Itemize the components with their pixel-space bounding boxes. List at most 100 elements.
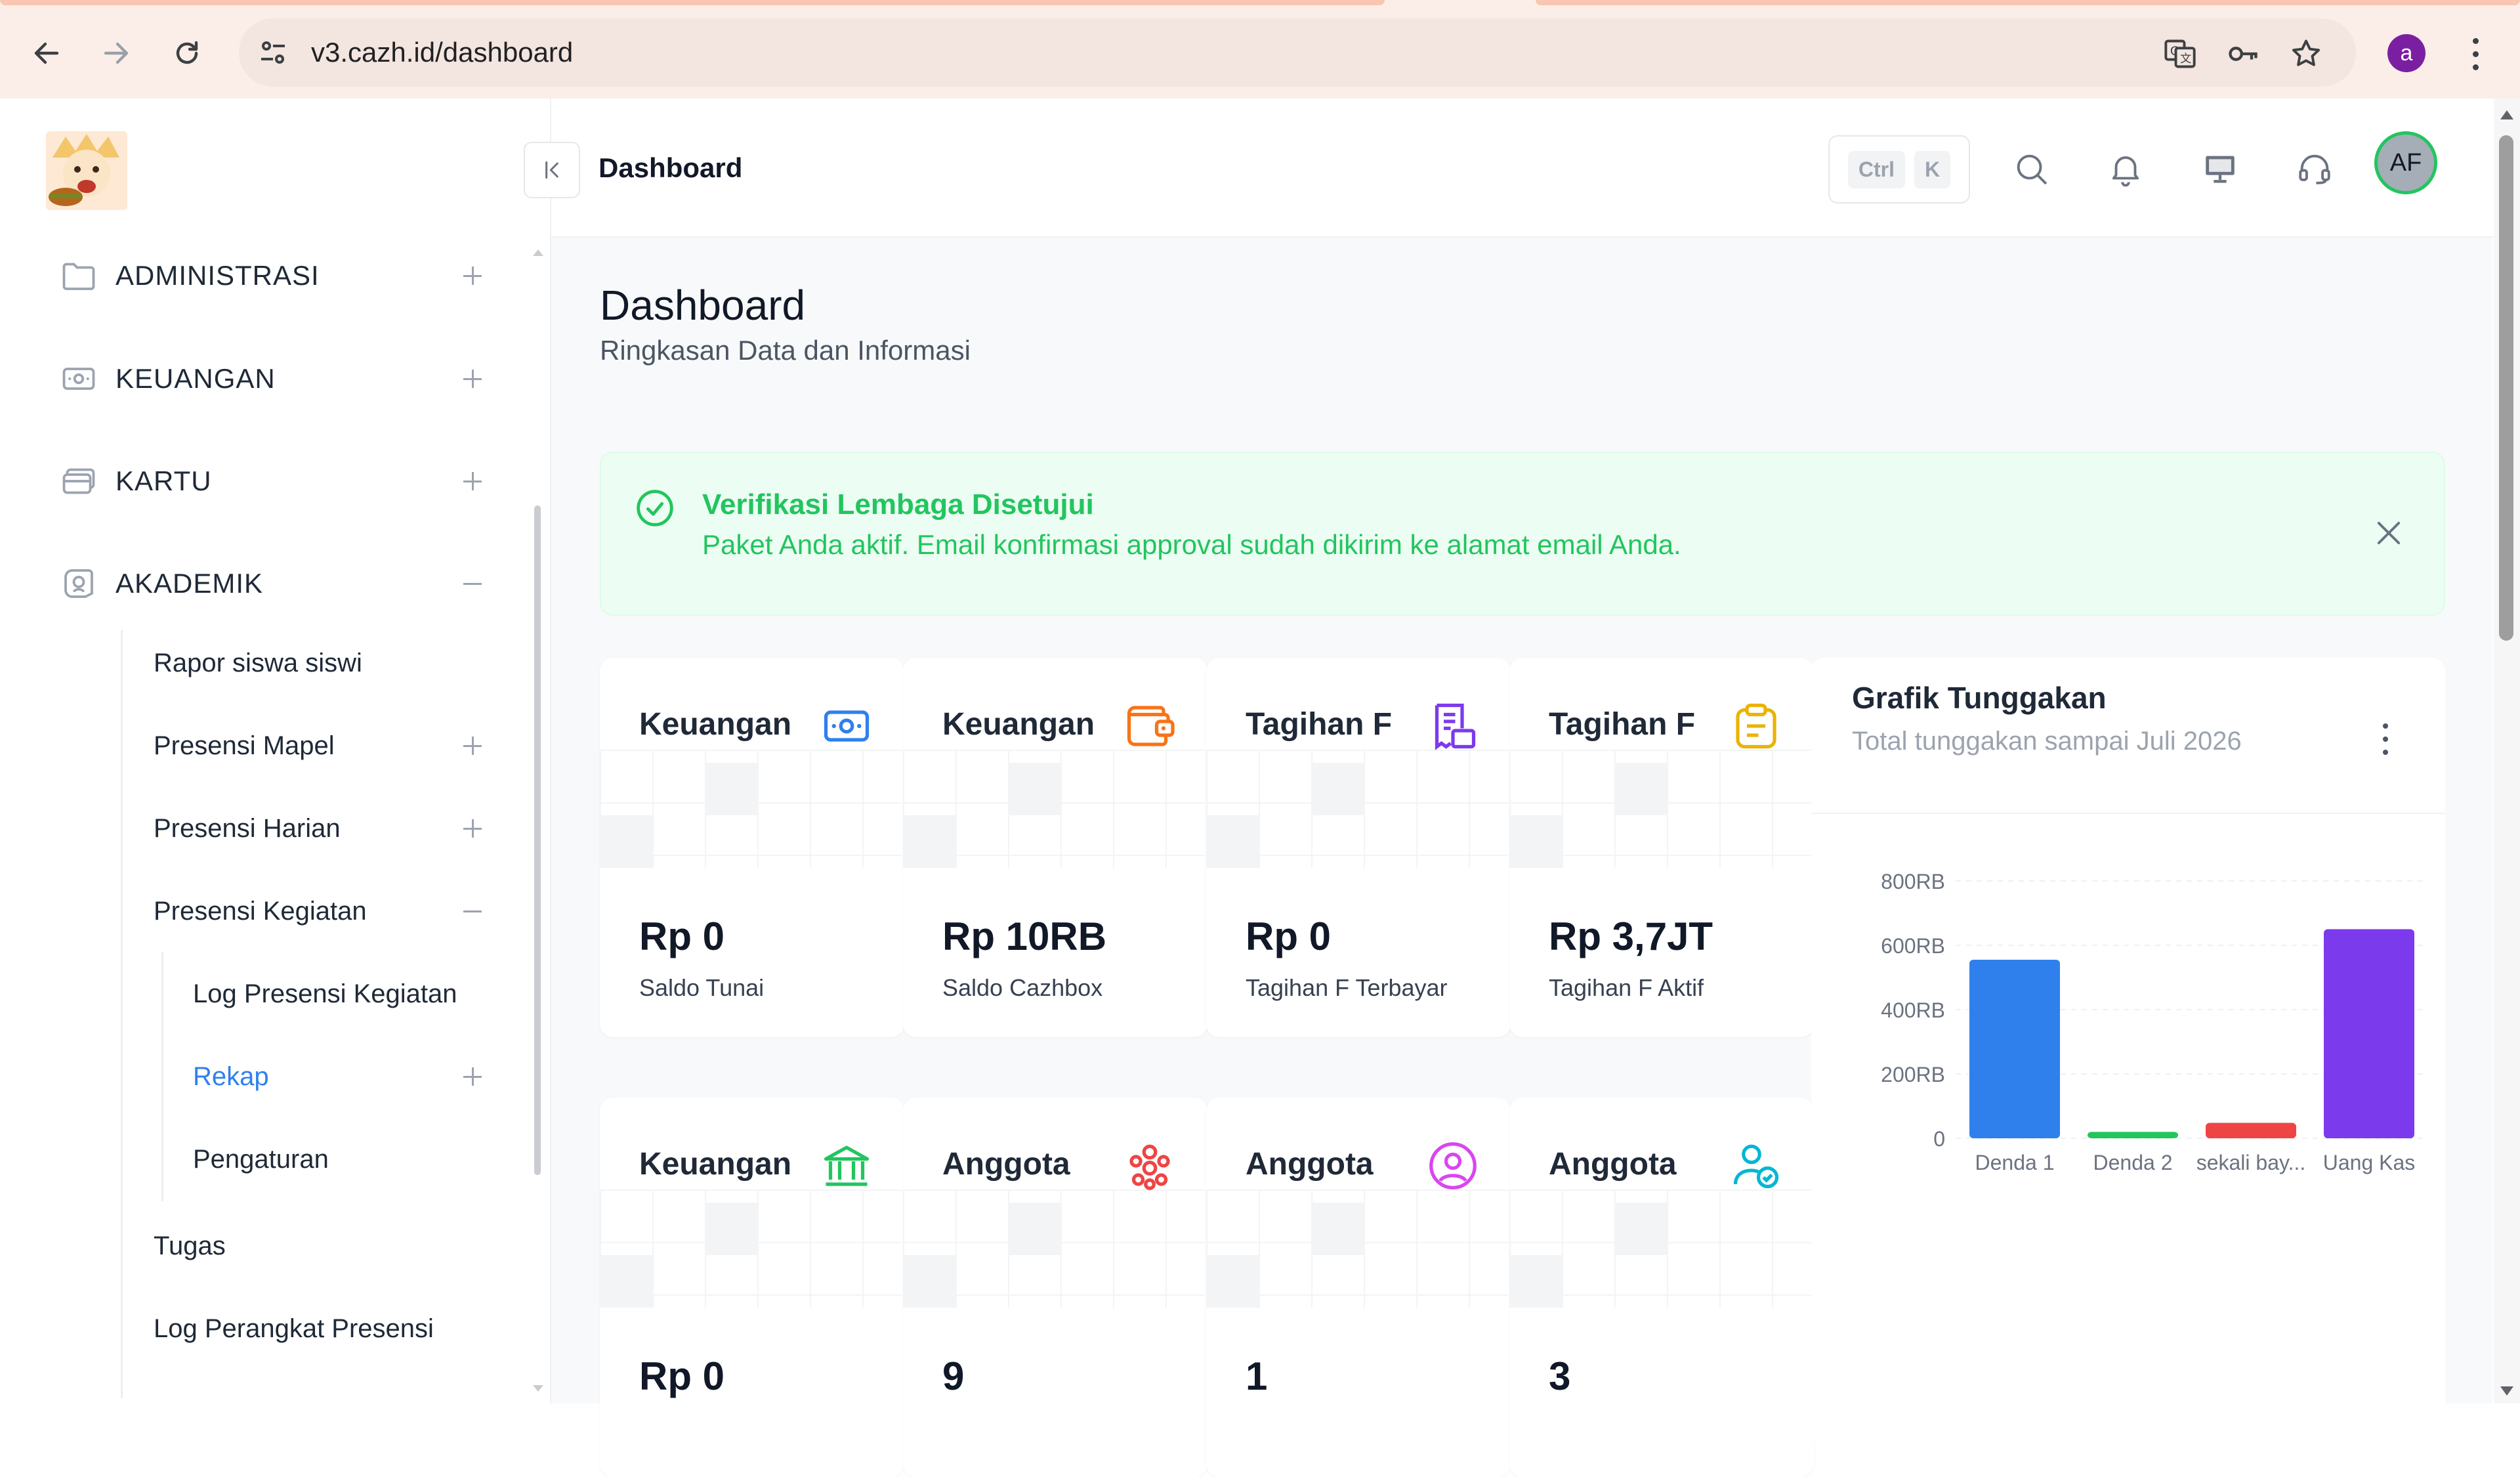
sidebar-section-administrasi[interactable]: ADMINISTRASI <box>59 246 486 305</box>
sidebar-item-log-perangkat-presensi[interactable]: Log Perangkat Presensi <box>154 1302 482 1355</box>
verification-alert: Verifikasi Lembaga Disetujui Paket Anda … <box>600 452 2445 616</box>
user-check-icon <box>1733 1144 1779 1189</box>
stat-card[interactable]: Keuangan Rp 0 <box>600 1098 904 1477</box>
card-label: Saldo Tunai <box>639 974 765 1001</box>
card-value: 9 <box>942 1354 965 1398</box>
url-text[interactable]: v3.cazh.id/dashboard <box>311 37 573 68</box>
reload-button[interactable] <box>164 30 210 76</box>
search-icon[interactable] <box>2012 150 2050 188</box>
chart-menu-button[interactable] <box>2381 723 2390 755</box>
command-palette-shortcut[interactable]: Ctrl K <box>1828 135 1970 203</box>
scroll-down-arrow[interactable] <box>2500 1386 2513 1396</box>
sidebar-item-presensi-mapel[interactable]: Presensi Mapel <box>154 719 486 772</box>
user-avatar[interactable]: AF <box>2374 131 2437 194</box>
stat-card[interactable]: Keuangan Rp 10RB Saldo Cazhbox <box>903 658 1208 1037</box>
tree-guide-line <box>121 630 123 1398</box>
y-tick-label: 600RB <box>1881 934 1945 958</box>
card-title: Keuangan <box>942 707 1095 742</box>
browser-toolbar: v3.cazh.id/dashboard G文 a <box>0 0 2520 98</box>
sidebar-item-tugas[interactable]: Tugas <box>154 1220 482 1272</box>
expand-icon[interactable] <box>459 815 486 842</box>
card-value: Rp 0 <box>1246 914 1332 958</box>
sidebar-section-kartu[interactable]: KARTU <box>59 452 486 511</box>
monitor-icon[interactable] <box>2201 150 2239 188</box>
chart-subtitle: Total tunggakan sampai Juli 2026 <box>1852 727 2242 756</box>
translate-icon[interactable]: G文 <box>2163 37 2197 71</box>
page-title: Dashboard <box>600 282 806 329</box>
card-title: Anggota <box>1246 1147 1374 1182</box>
sidebar-item-log-presensi-kegiatan[interactable]: Log Presensi Kegiatan <box>193 968 486 1020</box>
card-value: Rp 3,7JT <box>1549 914 1713 958</box>
sidebar-item-rekap[interactable]: Rekap <box>193 1050 486 1103</box>
back-button[interactable] <box>24 30 70 76</box>
group-icon <box>1129 1144 1170 1190</box>
card-title: Anggota <box>1549 1147 1677 1182</box>
forward-button[interactable] <box>93 30 139 76</box>
password-key-icon[interactable] <box>2226 37 2260 71</box>
collapse-icon[interactable] <box>459 570 486 597</box>
sidebar-section-label: AKADEMIK <box>116 568 264 599</box>
arrow-left-icon <box>34 42 59 64</box>
browser-menu-button[interactable] <box>2462 34 2488 74</box>
close-icon[interactable] <box>2372 516 2406 550</box>
card-title: Keuangan <box>639 707 792 742</box>
chart-bar <box>2324 929 2414 1138</box>
sidebar-item-label: Presensi Kegiatan <box>154 896 367 926</box>
expand-icon[interactable] <box>459 1063 486 1090</box>
bar-chart: 0 200RB 400RB 600RB 800RB Denda 1 Denda 2 sekal… <box>1881 870 2428 1174</box>
sidebar-item-label: Presensi Harian <box>154 813 341 843</box>
stat-card[interactable]: Tagihan F Rp 0 Tagihan F Terbayar <box>1206 658 1511 1037</box>
card-label: Tagihan F Aktif <box>1549 974 1704 1001</box>
sidebar-item-label: Tugas <box>154 1231 226 1260</box>
y-tick-label: 400RB <box>1881 998 1945 1022</box>
card-icon <box>62 468 95 494</box>
scroll-up-arrow[interactable] <box>2500 110 2513 119</box>
user-circle-icon <box>1429 1142 1477 1189</box>
y-tick-label: 200RB <box>1881 1063 1945 1086</box>
expand-icon[interactable] <box>459 468 486 494</box>
browser-profile-avatar[interactable]: a <box>2387 34 2426 72</box>
page-scrollbar[interactable] <box>2494 98 2520 1403</box>
expand-icon[interactable] <box>459 263 486 289</box>
address-bar[interactable]: v3.cazh.id/dashboard G文 <box>239 18 2356 87</box>
bell-icon[interactable] <box>2107 150 2145 188</box>
sidebar-section-akademik[interactable]: AKADEMIK <box>59 554 486 613</box>
stat-card[interactable]: Tagihan F Rp 3,7JT Tagihan F Aktif <box>1509 658 1814 1037</box>
reload-icon <box>176 41 198 64</box>
expand-icon[interactable] <box>459 366 486 392</box>
x-tick-label: sekali bay... <box>2196 1151 2306 1174</box>
scrollbar-thumb[interactable] <box>2499 135 2513 641</box>
support-headset-icon[interactable] <box>2296 150 2334 188</box>
sidebar-section-label: ADMINISTRASI <box>116 260 320 291</box>
arrow-right-icon <box>104 42 129 64</box>
sidebar-section-keuangan[interactable]: KEUANGAN <box>59 349 486 408</box>
app-logo[interactable] <box>46 131 127 210</box>
sidebar-item-presensi-harian[interactable]: Presensi Harian <box>154 802 486 855</box>
sidebar-scrollbar[interactable] <box>532 249 543 1392</box>
sidebar-item-label: Pengaturan <box>193 1144 329 1174</box>
stat-card[interactable]: Anggota 9 <box>903 1098 1208 1477</box>
stat-card[interactable]: Anggota 1 <box>1206 1098 1511 1477</box>
sidebar: ADMINISTRASI KEUANGAN KARTU AKADEMIK Rap… <box>0 98 551 1403</box>
sidebar-item-presensi-kegiatan[interactable]: Presensi Kegiatan <box>154 885 486 937</box>
site-settings-icon[interactable] <box>257 37 289 68</box>
header-title: Dashboard <box>598 152 743 183</box>
sidebar-item-pengaturan[interactable]: Pengaturan <box>193 1133 486 1186</box>
expand-icon[interactable] <box>459 733 486 759</box>
cash-icon <box>824 710 870 742</box>
tree-guide-line <box>161 952 163 1201</box>
stat-card[interactable]: Anggota 3 <box>1509 1098 1814 1477</box>
collapse-icon[interactable] <box>459 898 486 924</box>
bookmark-star-icon[interactable] <box>2289 37 2323 71</box>
sidebar-item-label: Presensi Mapel <box>154 731 335 760</box>
y-tick-label: 0 <box>1933 1127 1945 1151</box>
card-value: Rp 10RB <box>942 914 1107 958</box>
academic-icon <box>64 569 93 598</box>
tab-strip-accent <box>0 0 1385 5</box>
collapse-left-icon <box>545 161 558 179</box>
collapse-sidebar-button[interactable] <box>524 142 580 198</box>
stat-card[interactable]: Keuangan Rp 0 Saldo Tunai <box>600 658 904 1037</box>
k-key: K <box>1914 150 1951 188</box>
sidebar-item-rapor[interactable]: Rapor siswa siswi <box>154 637 482 689</box>
y-tick-label: 800RB <box>1881 870 1945 893</box>
